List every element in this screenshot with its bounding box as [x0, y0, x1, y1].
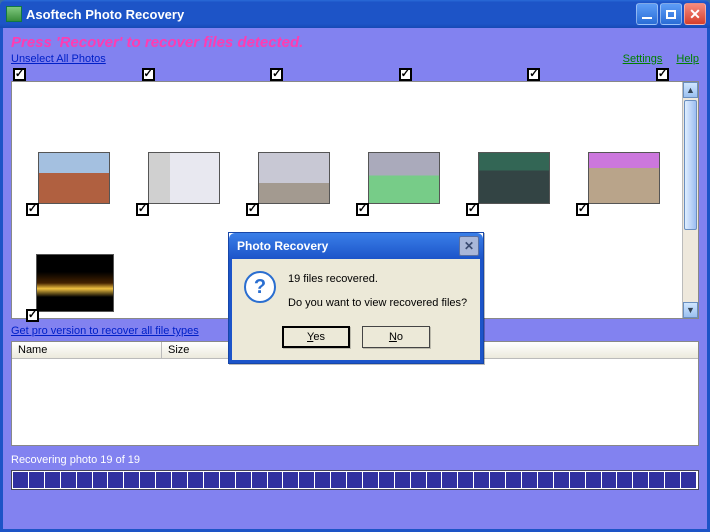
- file-list-body: [12, 359, 698, 445]
- checkbox[interactable]: [26, 309, 39, 322]
- dialog-titlebar: Photo Recovery ✕: [229, 233, 483, 259]
- dialog-line2: Do you want to view recovered files?: [288, 295, 467, 313]
- checkbox[interactable]: [136, 203, 149, 216]
- photo-thumb[interactable]: [356, 126, 448, 216]
- scroll-thumb[interactable]: [684, 100, 697, 230]
- close-button[interactable]: ✕: [684, 3, 706, 25]
- dialog-message: 19 files recovered. Do you want to view …: [288, 271, 467, 312]
- checkbox[interactable]: [246, 203, 259, 216]
- checkbox[interactable]: [142, 68, 155, 81]
- help-link[interactable]: Help: [676, 53, 699, 65]
- unselect-all-link[interactable]: Unselect All Photos: [11, 53, 106, 65]
- photo-thumb[interactable]: [136, 126, 228, 216]
- client-area: Press 'Recover' to recover files detecte…: [0, 28, 710, 532]
- column-header-name[interactable]: Name: [12, 342, 162, 358]
- settings-link[interactable]: Settings: [623, 53, 663, 65]
- dialog-title: Photo Recovery: [237, 239, 328, 253]
- checkbox[interactable]: [527, 68, 540, 81]
- scroll-down-button[interactable]: ▼: [683, 302, 698, 318]
- scroll-up-button[interactable]: ▲: [683, 82, 698, 98]
- yes-button[interactable]: Yes: [282, 326, 350, 348]
- photo-thumb[interactable]: [466, 126, 558, 216]
- maximize-button[interactable]: [660, 3, 682, 25]
- window-title: Asoftech Photo Recovery: [26, 7, 184, 22]
- question-icon: ?: [244, 271, 276, 303]
- checkbox[interactable]: [466, 203, 479, 216]
- dialog-close-button[interactable]: ✕: [459, 236, 479, 256]
- no-button[interactable]: No: [362, 326, 430, 348]
- photo-thumb[interactable]: [576, 126, 668, 216]
- titlebar: Asoftech Photo Recovery ✕: [0, 0, 710, 28]
- minimize-button[interactable]: [636, 3, 658, 25]
- dialog: Photo Recovery ✕ ? 19 files recovered. D…: [228, 232, 484, 364]
- progress-bar: [11, 470, 699, 490]
- photo-thumb[interactable]: [246, 126, 338, 216]
- pro-version-link[interactable]: Get pro version to recover all file type…: [11, 325, 199, 337]
- checkbox[interactable]: [356, 203, 369, 216]
- photo-thumb[interactable]: [26, 126, 118, 216]
- checkbox[interactable]: [26, 203, 39, 216]
- checkbox[interactable]: [576, 203, 589, 216]
- app-icon: [6, 6, 22, 22]
- checkbox[interactable]: [13, 68, 26, 81]
- checkbox[interactable]: [656, 68, 669, 81]
- checkbox[interactable]: [270, 68, 283, 81]
- instruction-text: Press 'Recover' to recover files detecte…: [3, 28, 707, 53]
- dialog-line1: 19 files recovered.: [288, 271, 467, 289]
- scrollbar[interactable]: ▲ ▼: [682, 82, 698, 318]
- status-text: Recovering photo 19 of 19: [3, 446, 707, 468]
- photo-thumb[interactable]: [26, 222, 120, 322]
- checkbox[interactable]: [399, 68, 412, 81]
- top-check-row: [3, 68, 707, 81]
